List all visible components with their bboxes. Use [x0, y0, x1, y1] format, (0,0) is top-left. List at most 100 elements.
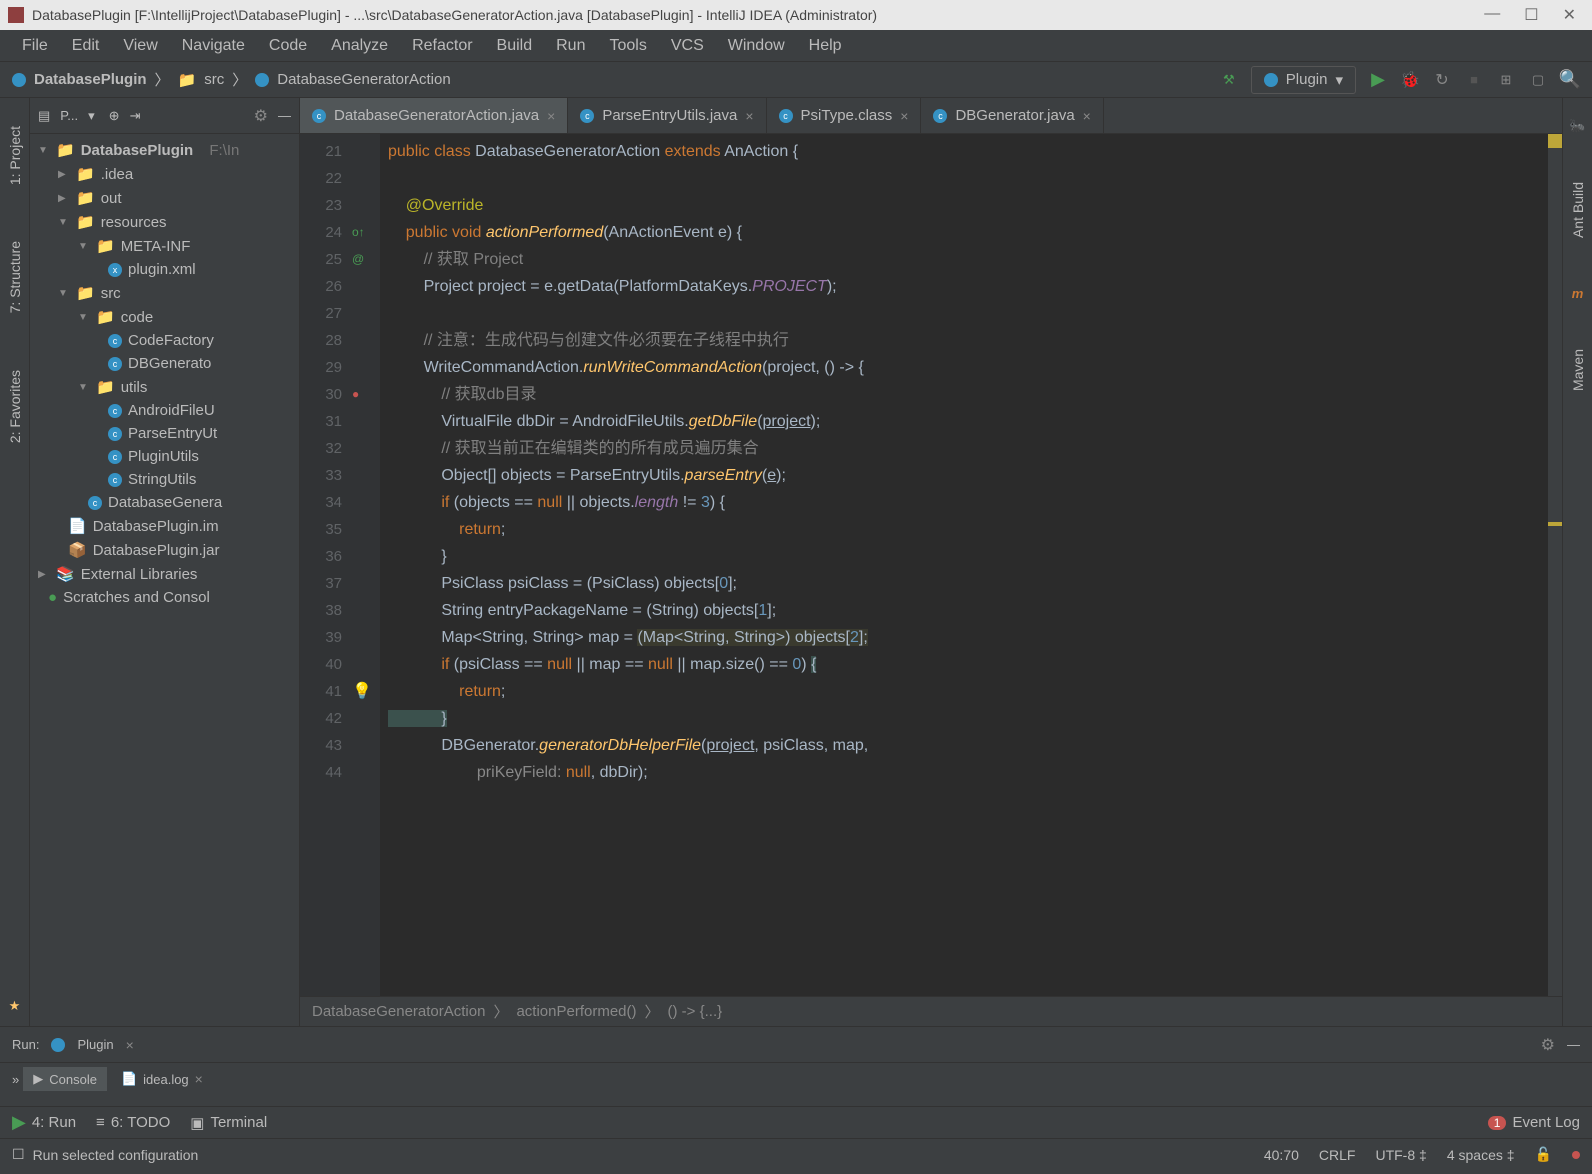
- tree-root[interactable]: ▼📁DatabasePlugin F:\In: [30, 138, 299, 162]
- sidebar-tab-maven[interactable]: Maven: [1570, 341, 1586, 399]
- hammer-icon[interactable]: ⚒: [1219, 70, 1239, 90]
- rerun-button[interactable]: ↻: [1432, 70, 1452, 90]
- editor-content[interactable]: 2122232425262728293031323334353637383940…: [300, 134, 1562, 996]
- menu-edit[interactable]: Edit: [62, 33, 110, 59]
- tree-item[interactable]: ▼📁code: [30, 305, 299, 329]
- breadcrumb-root[interactable]: DatabasePlugin: [34, 71, 147, 88]
- project-view-label[interactable]: P...: [60, 108, 78, 123]
- bc-item[interactable]: actionPerformed(): [516, 1003, 636, 1020]
- tree-item[interactable]: ▶📁out: [30, 186, 299, 210]
- tab-label: idea.log: [143, 1072, 189, 1087]
- menu-file[interactable]: File: [12, 33, 58, 59]
- search-icon[interactable]: 🔍: [1560, 70, 1580, 90]
- target-icon[interactable]: ⊕: [109, 108, 120, 124]
- tab[interactable]: cDBGenerator.java×: [921, 98, 1103, 133]
- override-icon[interactable]: o↑ @: [352, 219, 378, 273]
- status-icon[interactable]: ☐: [12, 1146, 25, 1163]
- close-icon[interactable]: ×: [1083, 108, 1091, 124]
- project-view-icon[interactable]: ▤: [38, 108, 50, 124]
- tree-item[interactable]: cParseEntryUt: [30, 422, 299, 445]
- run-config-select[interactable]: Plugin ▾: [1251, 66, 1356, 94]
- maven-icon[interactable]: m: [1572, 286, 1584, 301]
- gear-icon[interactable]: ⚙: [1541, 1035, 1555, 1055]
- close-icon[interactable]: ×: [900, 108, 908, 124]
- debug-button[interactable]: 🐞: [1400, 70, 1420, 90]
- close-icon[interactable]: ×: [195, 1071, 203, 1087]
- close-icon[interactable]: ✕: [1563, 5, 1576, 25]
- project-tree[interactable]: ▼📁DatabasePlugin F:\In ▶📁.idea ▶📁out ▼📁r…: [30, 134, 299, 1026]
- bottom-todo[interactable]: ≡6: TODO: [96, 1114, 170, 1131]
- tree-item[interactable]: cCodeFactory: [30, 329, 299, 352]
- close-icon[interactable]: ×: [547, 108, 555, 124]
- breadcrumb-file[interactable]: DatabaseGeneratorAction: [277, 71, 450, 88]
- menu-window[interactable]: Window: [718, 33, 795, 59]
- tree-item[interactable]: cAndroidFileU: [30, 399, 299, 422]
- sidebar-tab-favorites[interactable]: 2: Favorites: [7, 362, 23, 451]
- menu-analyze[interactable]: Analyze: [321, 33, 398, 59]
- tab[interactable]: cPsiType.class×: [767, 98, 922, 133]
- bulb-icon[interactable]: 💡: [352, 678, 378, 705]
- tree-item[interactable]: ▼📁resources: [30, 210, 299, 234]
- line-ending[interactable]: CRLF: [1319, 1147, 1356, 1163]
- tree-item[interactable]: cDBGenerato: [30, 352, 299, 375]
- tree-item[interactable]: ▶📚External Libraries: [30, 562, 299, 586]
- hide-icon[interactable]: —: [278, 108, 291, 123]
- tree-item[interactable]: 📄DatabasePlugin.im: [30, 514, 299, 538]
- star-icon[interactable]: ★: [9, 998, 21, 1014]
- bottom-terminal[interactable]: ▣Terminal: [190, 1114, 267, 1132]
- caret-position[interactable]: 40:70: [1264, 1147, 1299, 1163]
- screen-icon[interactable]: ▢: [1528, 70, 1548, 90]
- code-text[interactable]: public class DatabaseGeneratorAction ext…: [380, 134, 1548, 996]
- sidebar-tab-ant[interactable]: Ant Build: [1570, 174, 1586, 246]
- scroll-map[interactable]: [1548, 134, 1562, 996]
- minimize-icon[interactable]: —: [1484, 5, 1500, 25]
- bc-item[interactable]: DatabaseGeneratorAction: [312, 1003, 485, 1020]
- layout-icon[interactable]: ⊞: [1496, 70, 1516, 90]
- tree-item[interactable]: cPluginUtils: [30, 445, 299, 468]
- menu-tools[interactable]: Tools: [599, 33, 656, 59]
- menu-vcs[interactable]: VCS: [661, 33, 714, 59]
- bottom-eventlog[interactable]: 1 Event Log: [1488, 1114, 1580, 1131]
- tab-active[interactable]: cDatabaseGeneratorAction.java×: [300, 98, 568, 133]
- run-tab-log[interactable]: 📄idea.log×: [111, 1067, 213, 1091]
- tree-item[interactable]: ▼📁META-INF: [30, 234, 299, 258]
- tree-item[interactable]: xplugin.xml: [30, 258, 299, 281]
- sidebar-tab-project[interactable]: 1: Project: [7, 118, 23, 193]
- bottom-run[interactable]: ▶4: Run: [12, 1112, 76, 1133]
- tree-item[interactable]: ▶📁.idea: [30, 162, 299, 186]
- menu-help[interactable]: Help: [799, 33, 852, 59]
- menu-navigate[interactable]: Navigate: [172, 33, 255, 59]
- run-button[interactable]: ▶: [1368, 70, 1388, 90]
- stop-button[interactable]: ■: [1464, 70, 1484, 90]
- expand-icon[interactable]: »: [12, 1072, 19, 1087]
- ant-icon[interactable]: 🐜: [1569, 118, 1585, 134]
- menu-refactor[interactable]: Refactor: [402, 33, 482, 59]
- maximize-icon[interactable]: ☐: [1524, 5, 1538, 25]
- gear-icon[interactable]: ⚙: [254, 106, 268, 126]
- close-icon[interactable]: ×: [745, 108, 753, 124]
- run-config-label: Plugin: [1286, 71, 1328, 88]
- bc-item[interactable]: () -> {...}: [668, 1003, 723, 1020]
- menu-view[interactable]: View: [113, 33, 167, 59]
- tree-item[interactable]: 📦DatabasePlugin.jar: [30, 538, 299, 562]
- close-icon[interactable]: ×: [126, 1037, 134, 1053]
- hide-icon[interactable]: —: [1567, 1037, 1580, 1052]
- breakpoint-icon[interactable]: ●: [352, 381, 378, 408]
- run-tab-console[interactable]: ▶Console: [23, 1067, 107, 1091]
- tree-item[interactable]: ●Scratches and Consol: [30, 586, 299, 609]
- encoding[interactable]: UTF-8 ‡: [1375, 1147, 1426, 1163]
- tree-item[interactable]: cDatabaseGenera: [30, 491, 299, 514]
- menu-run[interactable]: Run: [546, 33, 595, 59]
- breadcrumb-folder[interactable]: src: [204, 71, 224, 88]
- sidebar-tab-structure[interactable]: 7: Structure: [7, 233, 23, 321]
- lock-icon[interactable]: 🔓: [1535, 1146, 1552, 1163]
- menu-build[interactable]: Build: [487, 33, 543, 59]
- tree-item[interactable]: ▼📁utils: [30, 375, 299, 399]
- tree-item[interactable]: cStringUtils: [30, 468, 299, 491]
- indent[interactable]: 4 spaces ‡: [1447, 1147, 1515, 1163]
- collapse-icon[interactable]: ⇥: [130, 108, 141, 124]
- tree-item[interactable]: ▼📁src: [30, 281, 299, 305]
- error-indicator[interactable]: [1572, 1151, 1580, 1159]
- tab[interactable]: cParseEntryUtils.java×: [568, 98, 766, 133]
- menu-code[interactable]: Code: [259, 33, 317, 59]
